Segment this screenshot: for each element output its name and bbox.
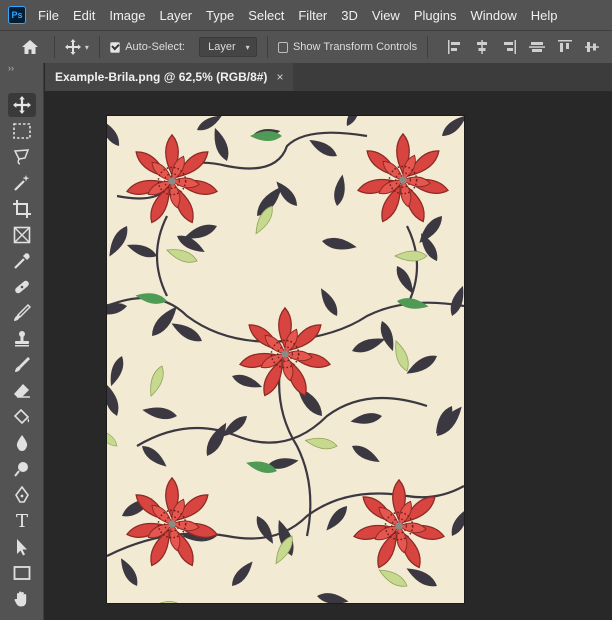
auto-select-target-dropdown[interactable]: Layer ▾ <box>199 37 257 57</box>
chevron-down-icon: ▾ <box>245 42 250 52</box>
align-vertical-center-icon[interactable] <box>529 40 546 54</box>
hand-tool-button[interactable] <box>8 587 36 611</box>
document-tab-title: Example-Brila.png @ 62,5% (RGB/8#) <box>55 70 268 84</box>
chevron-down-icon: ▾ <box>84 42 89 52</box>
tool-preset-picker[interactable]: ▾ <box>64 39 89 55</box>
magic-wand-tool-button[interactable] <box>8 171 36 195</box>
document-tab-bar: Example-Brila.png @ 62,5% (RGB/8#) × <box>45 63 612 91</box>
paint-bucket-tool-button[interactable] <box>8 405 36 429</box>
align-right-icon[interactable] <box>502 40 517 54</box>
menu-type[interactable]: Type <box>206 8 234 23</box>
options-separator <box>427 36 429 58</box>
frame-tool-button[interactable] <box>8 223 36 247</box>
healing-brush-tool-icon <box>15 280 29 294</box>
rectangle-tool-button[interactable] <box>8 561 36 585</box>
lasso-tool-button[interactable] <box>8 145 36 169</box>
marquee-tool-icon <box>13 123 31 139</box>
tools-panel: ›› T <box>0 63 44 620</box>
auto-select-target-value: Layer <box>208 41 236 53</box>
floral-pattern-image <box>107 116 464 603</box>
blur-tool-button[interactable] <box>8 431 36 455</box>
move-tool-button[interactable] <box>8 93 36 117</box>
menu-plugins[interactable]: Plugins <box>414 8 457 23</box>
menu-file[interactable]: File <box>38 8 59 23</box>
rectangle-tool-icon <box>13 566 31 580</box>
clone-stamp-tool-icon <box>15 331 29 347</box>
menu-edit[interactable]: Edit <box>73 8 95 23</box>
path-selection-tool-button[interactable] <box>8 535 36 559</box>
options-separator <box>98 36 100 58</box>
menu-filter[interactable]: Filter <box>298 8 327 23</box>
type-tool-button[interactable]: T <box>8 509 36 533</box>
home-button[interactable] <box>16 34 44 60</box>
panel-collapse-icon[interactable]: ›› <box>0 63 43 73</box>
dodge-tool-button[interactable] <box>8 457 36 481</box>
options-separator <box>53 36 55 58</box>
document-tab[interactable]: Example-Brila.png @ 62,5% (RGB/8#) × <box>45 63 294 91</box>
move-tool-icon <box>13 96 31 114</box>
move-icon <box>64 39 81 55</box>
menu-image[interactable]: Image <box>109 8 145 23</box>
home-icon <box>21 40 38 54</box>
brush-tool-button[interactable] <box>8 301 36 325</box>
align-horizontal-center-icon[interactable] <box>475 40 489 54</box>
magic-wand-tool-icon <box>14 175 30 191</box>
pen-tool-icon <box>15 486 29 503</box>
align-left-icon[interactable] <box>448 40 462 54</box>
eyedropper-tool-button[interactable] <box>8 249 36 273</box>
align-vertical-middle-icon[interactable] <box>585 40 600 54</box>
menu-help[interactable]: Help <box>531 8 558 23</box>
auto-select-label: Auto-Select: <box>125 41 186 53</box>
eraser-tool-icon <box>14 384 30 398</box>
menu-select[interactable]: Select <box>248 8 284 23</box>
history-brush-tool-button[interactable] <box>8 353 36 377</box>
show-transform-controls-label: Show Transform Controls <box>292 41 418 53</box>
paint-bucket-tool-icon <box>13 408 30 425</box>
options-bar: ▾ Auto-Select: Layer ▾ Show Transform Co… <box>0 30 612 63</box>
lasso-tool-icon <box>13 149 30 165</box>
dodge-tool-icon <box>14 462 28 477</box>
healing-brush-tool-button[interactable] <box>8 275 36 299</box>
options-separator <box>266 36 268 58</box>
align-top-icon[interactable] <box>558 40 573 54</box>
menu-view[interactable]: View <box>372 8 400 23</box>
frame-tool-icon <box>13 226 31 244</box>
eraser-tool-button[interactable] <box>8 379 36 403</box>
menu-3d[interactable]: 3D <box>341 8 358 23</box>
clone-stamp-tool-button[interactable] <box>8 327 36 351</box>
marquee-tool-button[interactable] <box>8 119 36 143</box>
align-buttons <box>448 40 612 54</box>
close-icon[interactable]: × <box>276 70 283 84</box>
eyedropper-tool-icon <box>14 253 30 269</box>
menu-layer[interactable]: Layer <box>160 8 193 23</box>
path-selection-tool-icon <box>17 539 27 556</box>
auto-select-checkbox[interactable] <box>109 41 121 53</box>
menu-window[interactable]: Window <box>470 8 516 23</box>
document-workspace: Example-Brila.png @ 62,5% (RGB/8#) × <box>45 63 612 620</box>
crop-tool-button[interactable] <box>8 197 36 221</box>
photoshop-logo: Ps <box>8 6 26 24</box>
brush-tool-icon <box>14 304 31 321</box>
blur-tool-icon <box>16 435 28 451</box>
show-transform-controls-checkbox[interactable] <box>277 41 288 53</box>
menu-bar: Ps File Edit Image Layer Type Select Fil… <box>0 0 612 30</box>
pen-tool-button[interactable] <box>8 483 36 507</box>
type-tool-icon: T <box>15 510 28 532</box>
hand-tool-icon <box>14 591 27 607</box>
crop-tool-icon <box>13 200 31 218</box>
document-canvas[interactable] <box>107 116 464 603</box>
history-brush-tool-icon <box>15 357 30 372</box>
